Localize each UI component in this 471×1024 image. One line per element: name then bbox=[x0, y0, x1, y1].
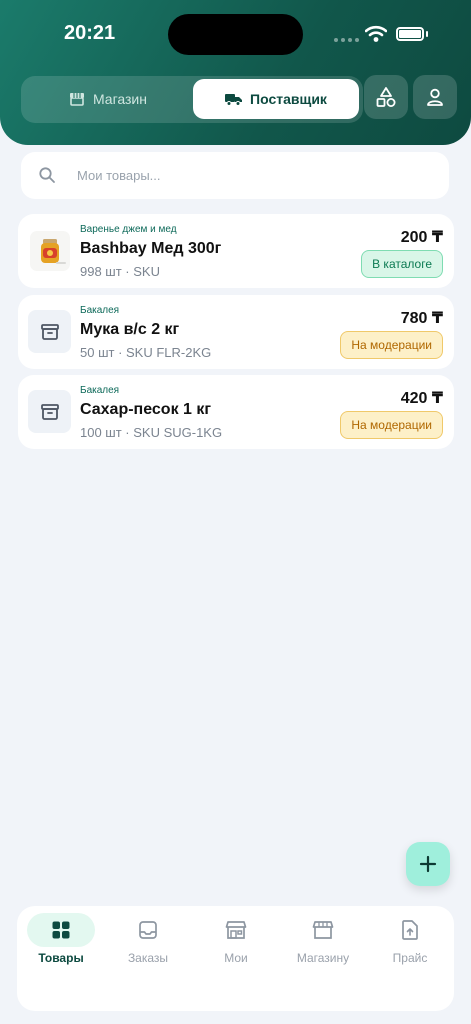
search-input[interactable] bbox=[77, 152, 437, 199]
product-card[interactable]: Бакалея Сахар-песок 1 кг 100 шт · SKU SU… bbox=[18, 375, 454, 449]
tab-products[interactable]: Товары bbox=[26, 913, 96, 973]
tab-my[interactable]: Мои bbox=[201, 913, 271, 973]
battery-icon bbox=[396, 27, 424, 41]
tab-orders-label: Заказы bbox=[127, 951, 169, 965]
tab-supplier[interactable]: Поставщик bbox=[193, 79, 359, 119]
search-bar bbox=[21, 152, 449, 199]
product-card[interactable]: Бакалея Мука в/с 2 кг 50 шт · SKU FLR-2K… bbox=[18, 295, 454, 369]
mode-switch: Магазин Поставщик bbox=[21, 76, 363, 123]
product-meta: 998 шт · SKU bbox=[80, 264, 160, 279]
truck-icon bbox=[225, 93, 243, 106]
product-meta: 50 шт · SKU FLR-2KG bbox=[80, 345, 212, 360]
product-image-placeholder bbox=[28, 310, 71, 353]
status-badge: На модерации bbox=[340, 411, 443, 439]
grid-icon bbox=[52, 921, 70, 939]
product-name: Мука в/с 2 кг bbox=[80, 321, 180, 338]
profile-button[interactable] bbox=[413, 75, 457, 119]
product-price: 200 ₸ bbox=[400, 229, 443, 246]
add-product-button[interactable] bbox=[406, 842, 450, 886]
tab-for-shop[interactable]: Магазину bbox=[288, 913, 358, 973]
storefront-icon bbox=[312, 921, 334, 939]
app-header: 20:21 Магазин Поставщик bbox=[0, 0, 471, 145]
product-card[interactable]: Варенье джем и мед Bashbay Мед 300г 998 … bbox=[18, 214, 454, 288]
status-time: 20:21 bbox=[64, 22, 116, 44]
archive-box-icon bbox=[40, 403, 59, 420]
dynamic-island bbox=[168, 14, 303, 55]
storefront-icon bbox=[69, 93, 84, 106]
product-name: Сахар-песок 1 кг bbox=[80, 401, 212, 418]
archive-box-icon bbox=[40, 323, 59, 340]
shapes-icon bbox=[376, 87, 396, 107]
tab-products-label: Товары bbox=[38, 951, 84, 965]
tab-supplier-label: Поставщик bbox=[250, 91, 327, 107]
tab-price[interactable]: Прайс bbox=[375, 913, 445, 973]
product-name: Bashbay Мед 300г bbox=[80, 240, 222, 257]
status-badge: На модерации bbox=[340, 331, 443, 359]
tab-orders[interactable]: Заказы bbox=[113, 913, 183, 973]
product-meta: 100 шт · SKU SUG-1KG bbox=[80, 425, 223, 440]
file-upload-icon bbox=[402, 920, 418, 940]
inbox-icon bbox=[139, 921, 157, 939]
bottom-tab-bar: Товары Заказы Мои Магазину Прайс bbox=[17, 906, 454, 1011]
product-category: Бакалея bbox=[80, 305, 120, 316]
product-category: Варенье джем и мед bbox=[80, 224, 177, 235]
tab-shop-label: Магазин bbox=[92, 91, 147, 107]
plus-icon bbox=[419, 855, 437, 873]
product-image-placeholder bbox=[28, 390, 71, 433]
product-price: 780 ₸ bbox=[400, 310, 443, 327]
user-icon bbox=[427, 88, 443, 106]
tab-for-shop-label: Магазину bbox=[296, 951, 350, 965]
cellular-signal-icon bbox=[334, 38, 359, 42]
tab-my-label: Мои bbox=[224, 951, 248, 965]
product-category: Бакалея bbox=[80, 385, 120, 396]
store-icon bbox=[225, 921, 247, 939]
status-badge: В каталоге bbox=[361, 250, 443, 278]
wifi-icon bbox=[365, 25, 387, 42]
product-price: 420 ₸ bbox=[400, 390, 443, 407]
product-image bbox=[28, 229, 71, 272]
honey-jar-image bbox=[29, 230, 70, 271]
tab-price-label: Прайс bbox=[392, 951, 428, 965]
categories-button[interactable] bbox=[364, 75, 408, 119]
tab-shop[interactable]: Магазин bbox=[25, 79, 191, 119]
search-icon bbox=[39, 167, 55, 183]
